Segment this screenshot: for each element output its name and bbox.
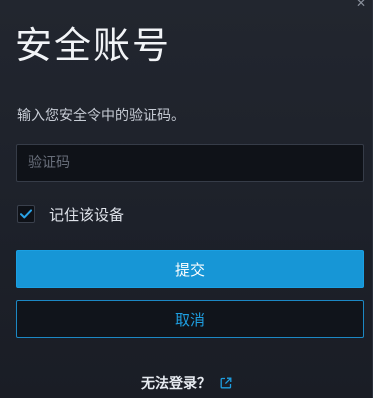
instruction-text: 输入您安全令中的验证码。 xyxy=(17,108,185,124)
submit-button[interactable]: 提交 xyxy=(16,250,364,288)
remember-device-option[interactable]: 记住该设备 xyxy=(17,203,124,225)
cannot-login-label: 无法登录？ xyxy=(141,376,211,392)
checkmark-icon xyxy=(20,209,32,219)
close-icon[interactable]: ✕ xyxy=(354,0,368,10)
security-dialog: ✕ 安全账号 输入您安全令中的验证码。 记住该设备 提交 取消 无法登录？ xyxy=(0,0,373,398)
dialog-title: 安全账号 xyxy=(15,24,171,67)
cancel-button[interactable]: 取消 xyxy=(16,300,364,338)
cannot-login-link[interactable]: 无法登录？ xyxy=(0,373,373,393)
external-link-icon xyxy=(220,377,232,389)
verification-code-input[interactable] xyxy=(16,144,364,182)
remember-device-checkbox[interactable] xyxy=(17,205,35,223)
remember-device-label: 记住该设备 xyxy=(49,205,125,224)
